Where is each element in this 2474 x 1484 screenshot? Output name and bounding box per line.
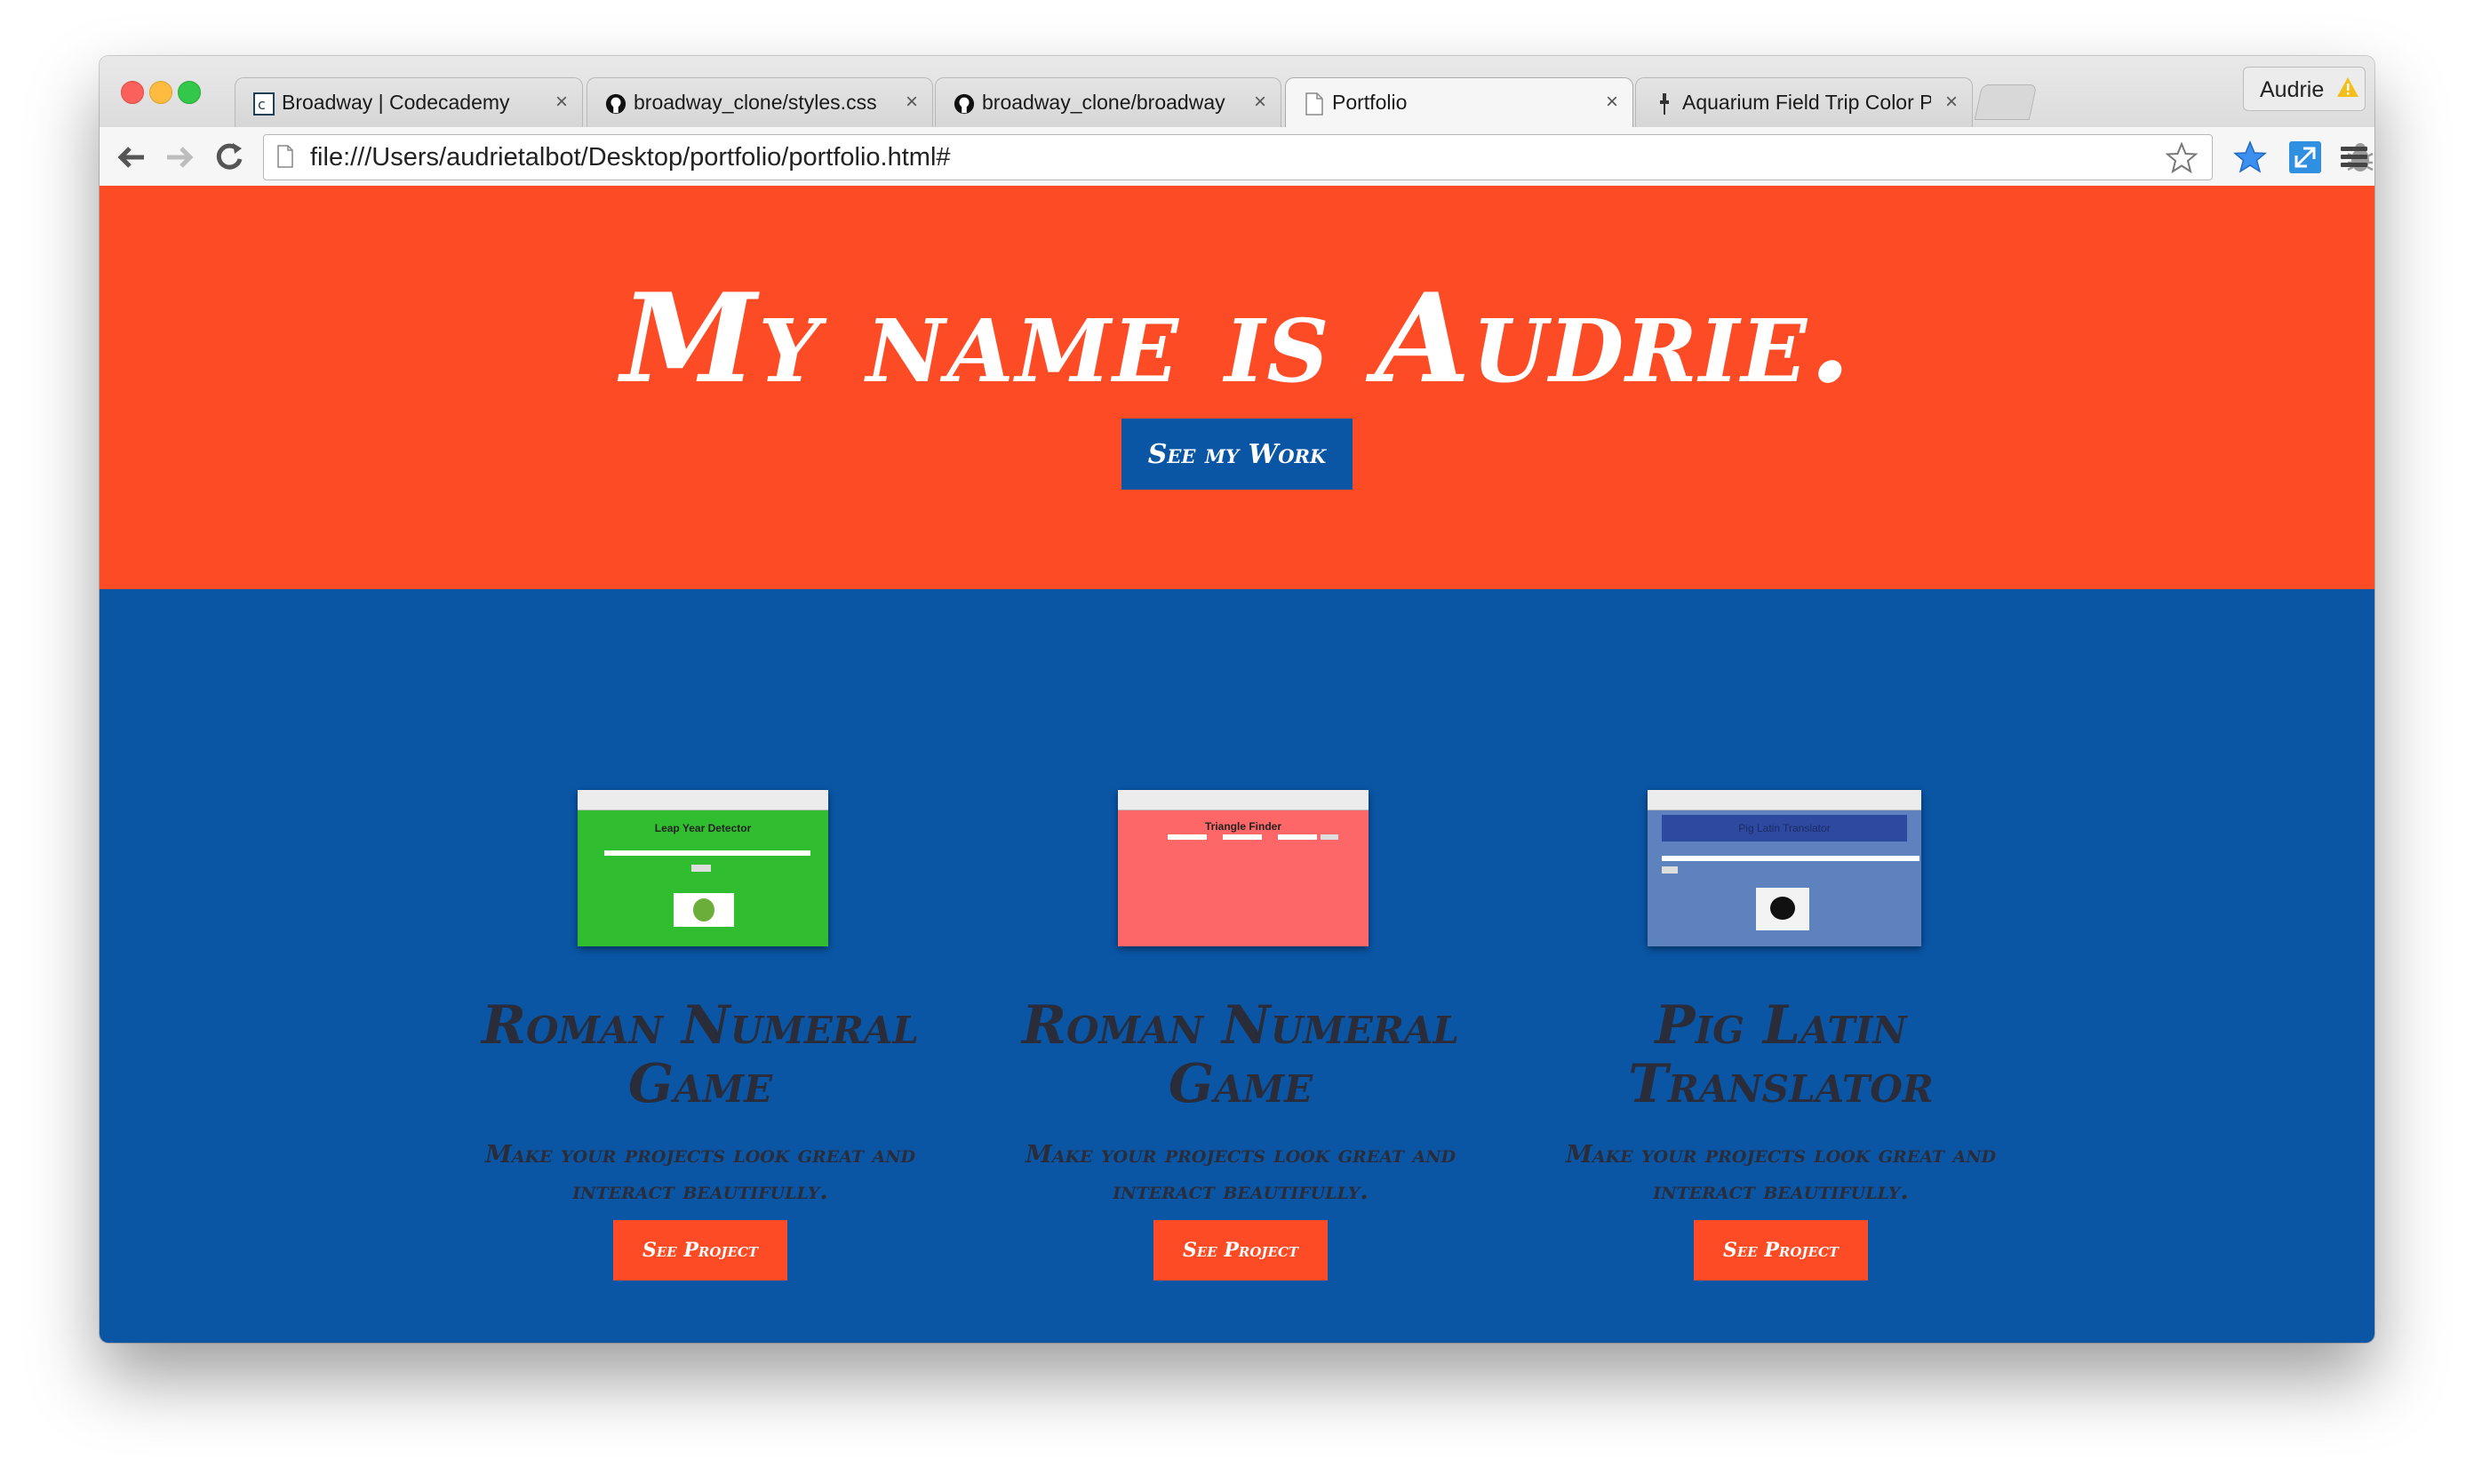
codecademy-icon: c: [253, 92, 275, 116]
see-project-button[interactable]: See Project: [1153, 1220, 1328, 1281]
close-window-button[interactable]: [121, 81, 144, 104]
project-title: Roman Numeral Game: [1022, 994, 1459, 1115]
thumbnail-input: [1278, 834, 1317, 840]
web-page: My name is Audrie. See my Work Leap Year…: [100, 186, 2374, 1343]
project-thumbnail[interactable]: Leap Year Detector: [578, 790, 828, 946]
reload-icon[interactable]: [211, 140, 247, 175]
hero-section: My name is Audrie. See my Work: [100, 186, 2374, 589]
github-icon: [954, 93, 975, 115]
see-project-button[interactable]: See Project: [613, 1220, 787, 1281]
tab-broadway-html[interactable]: broadway_clone/broadway ×: [935, 77, 1281, 127]
thumbnail-input: [1662, 856, 1919, 861]
tab-broadway-codecademy[interactable]: c Broadway | Codecademy ×: [235, 77, 583, 127]
project-thumbnail[interactable]: Pig Latin Translator: [1648, 790, 1921, 946]
browser-toolbar: file:///Users/audrietalbot/Desktop/portf…: [100, 127, 2374, 189]
thumbnail-title: Pig Latin Translator: [1738, 822, 1831, 834]
project-title: Roman Numeral Game: [482, 994, 919, 1115]
forward-icon[interactable]: [162, 140, 197, 175]
thumbnail-input: [1223, 834, 1262, 840]
back-icon[interactable]: [114, 140, 149, 175]
warning-icon: [2337, 77, 2358, 97]
thumbnail-title: Leap Year Detector: [654, 822, 752, 834]
project-thumbnail[interactable]: Triangle Finder: [1118, 790, 1369, 946]
work-section: Leap Year Detector Roman Numeral Game Ma…: [100, 589, 2374, 1343]
close-tab-icon[interactable]: ×: [1254, 89, 1266, 116]
thumbnail-header: Pig Latin Translator: [1662, 815, 1907, 842]
close-tab-icon[interactable]: ×: [1945, 89, 1958, 116]
thumbnail-button: [1321, 834, 1338, 840]
tab-label: Portfolio: [1332, 91, 1408, 114]
thumbnail-browser-chrome: [1118, 790, 1369, 810]
tab-label: Broadway | Codecademy: [282, 91, 510, 114]
tab-aquarium[interactable]: Aquarium Field Trip Color P ×: [1635, 77, 1973, 127]
github-icon: [605, 93, 626, 115]
close-tab-icon[interactable]: ×: [555, 89, 568, 116]
pig-image: [1756, 888, 1809, 930]
bookmark-star-icon[interactable]: [2166, 142, 2198, 174]
tab-styles-css[interactable]: broadway_clone/styles.css ×: [587, 77, 933, 127]
project-description: Make your projects look great and intera…: [1565, 1141, 1997, 1205]
thumbnail-button: [1662, 866, 1678, 874]
star-icon[interactable]: [2232, 140, 2268, 175]
url-text: file:///Users/audrietalbot/Desktop/portf…: [310, 143, 951, 172]
profile-button[interactable]: Audrie: [2243, 67, 2366, 111]
page-icon: [277, 145, 293, 168]
resize-icon[interactable]: [2287, 140, 2323, 175]
tab-label: broadway_clone/broadway: [982, 91, 1225, 114]
hero-title: My name is Audrie.: [620, 266, 1854, 411]
new-tab-button[interactable]: [1974, 84, 2038, 120]
frog-image: [674, 893, 734, 927]
minimize-window-button[interactable]: [149, 81, 172, 104]
close-tab-icon[interactable]: ×: [906, 89, 918, 116]
tab-label: broadway_clone/styles.css: [634, 91, 877, 114]
thumbnail-title: Triangle Finder: [1204, 820, 1281, 833]
see-my-work-button[interactable]: See my Work: [1121, 419, 1353, 490]
profile-name: Audrie: [2260, 77, 2325, 102]
pin-icon: [1660, 93, 1669, 115]
address-bar[interactable]: file:///Users/audrietalbot/Desktop/portf…: [263, 134, 2213, 180]
browser-window: c Broadway | Codecademy × broadway_clone…: [100, 56, 2374, 1343]
project-description: Make your projects look great and intera…: [1025, 1141, 1456, 1205]
thumbnail-button: [691, 865, 711, 872]
tab-portfolio[interactable]: Portfolio ×: [1285, 77, 1633, 129]
project-title: Pig Latin Translator: [1628, 994, 1934, 1115]
thumbnail-browser-chrome: [1648, 790, 1921, 810]
svg-text:c: c: [258, 96, 266, 113]
zoom-window-button[interactable]: [178, 81, 201, 104]
thumbnail-input: [1168, 834, 1207, 840]
thumbnail-browser-chrome: [578, 790, 828, 810]
tab-strip: c Broadway | Codecademy × broadway_clone…: [100, 56, 2374, 129]
close-tab-icon[interactable]: ×: [1606, 89, 1618, 116]
tab-label: Aquarium Field Trip Color P: [1682, 91, 1931, 114]
thumbnail-input: [604, 850, 810, 856]
see-project-button[interactable]: See Project: [1694, 1220, 1868, 1281]
page-icon: [1305, 92, 1323, 116]
project-description: Make your projects look great and intera…: [484, 1141, 916, 1205]
menu-icon[interactable]: [2339, 141, 2369, 173]
